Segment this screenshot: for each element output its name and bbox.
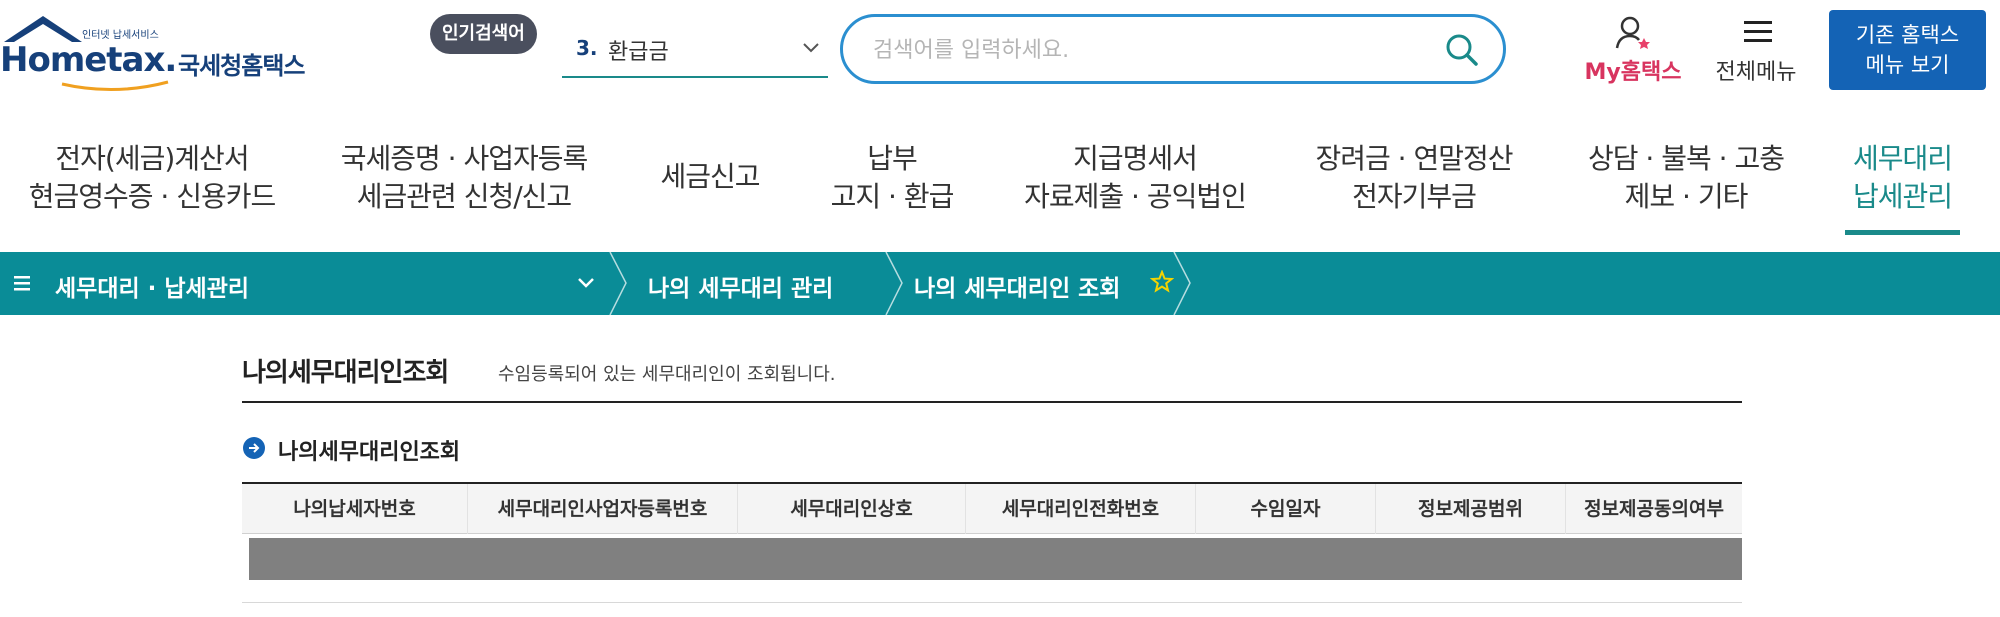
hometax-logo[interactable]: 인터넷 납세서비스 Hometax. 국세청홈택스 (0, 12, 330, 92)
main-nav-line2: 납세관리 (1852, 180, 1953, 213)
list-menu-icon[interactable] (14, 274, 32, 292)
logo-korean-name: 국세청홈택스 (178, 52, 305, 80)
logo-wordmark: Hometax. (0, 40, 177, 80)
user-heart-icon (1615, 16, 1650, 49)
my-hometax-label: My홈택스 (1584, 60, 1682, 85)
main-nav-line2: 전자기부금 (1352, 180, 1477, 213)
main-nav-line1: 지급명세서 (1073, 142, 1198, 175)
page-title: 나의세무대리인조회 (242, 358, 449, 388)
column-header-agent-name: 세무대리인상호 (738, 484, 966, 534)
my-hometax-link[interactable]: My홈택스 (1578, 14, 1688, 88)
all-menu-label: 전체메뉴 (1715, 60, 1797, 85)
star-icon[interactable] (1150, 270, 1174, 294)
main-nav-e-invoice[interactable]: 전자(세금)계산서 현금영수증 · 신용카드 (22, 140, 282, 216)
main-nav-payment[interactable]: 납부 고지 · 환급 (820, 140, 964, 216)
breadcrumb-separator (1173, 252, 1191, 315)
main-nav-line2: 자료제출 · 공익법인 (1024, 180, 1247, 213)
breadcrumb-item-tax-agent-lookup[interactable]: 나의 세무대리인 조회 (914, 269, 1120, 303)
main-nav-line1: 납부 (867, 142, 918, 175)
main-nav-tax-return[interactable]: 세금신고 (648, 158, 772, 196)
breadcrumb-separator (609, 252, 627, 315)
main-nav-line2: 고지 · 환급 (830, 180, 955, 213)
search-icon[interactable] (1443, 31, 1481, 69)
search-box (840, 14, 1506, 84)
popular-search-term: 환급금 (608, 40, 669, 65)
main-nav-line2: 제보 · 기타 (1624, 180, 1749, 213)
main-nav-consultation[interactable]: 상담 · 불복 · 고충 제보 · 기타 (1570, 140, 1802, 216)
main-nav-statements[interactable]: 지급명세서 자료제출 · 공익법인 (1014, 140, 1256, 216)
table-bottom-border (242, 602, 1742, 603)
subsection-title: 나의세무대리인조회 (278, 440, 461, 465)
table-empty-row (249, 538, 1742, 580)
title-divider (242, 401, 1742, 403)
main-nav-line2: 세금관련 신청/신고 (356, 180, 572, 213)
breadcrumb-section[interactable]: 세무대리 · 납세관리 (55, 269, 249, 303)
legacy-menu-button[interactable]: 기존 홈택스 메뉴 보기 (1829, 10, 1986, 90)
popular-search-dropdown[interactable]: 3. 환급금 (562, 22, 828, 78)
logo-tagline: 인터넷 납세서비스 (82, 30, 159, 41)
popular-search-rank: 3. (576, 36, 598, 60)
arrow-circle-icon (243, 437, 265, 459)
column-header-appointment-date: 수임일자 (1196, 484, 1376, 534)
legacy-menu-line2: 메뉴 보기 (1865, 53, 1950, 77)
main-nav-line1: 장려금 · 연말정산 (1315, 142, 1513, 175)
main-nav-certificates[interactable]: 국세증명 · 사업자등록 세금관련 신청/신고 (332, 140, 596, 216)
breadcrumb-item-tax-agent-management[interactable]: 나의 세무대리 관리 (648, 269, 833, 303)
column-header-consent: 정보제공동의여부 (1584, 498, 1724, 520)
main-nav-line1: 전자(세금)계산서 (55, 142, 249, 175)
table-header: 나의납세자번호 세무대리인사업자등록번호 세무대리인상호 세무대리인전화번호 수… (242, 484, 1742, 534)
breadcrumb-separator (885, 252, 903, 315)
page-description: 수임등록되어 있는 세무대리인이 조회됩니다. (498, 364, 836, 385)
main-nav-line1: 국세증명 · 사업자등록 (340, 142, 589, 175)
column-header-agent-business-number: 세무대리인사업자등록번호 (468, 484, 738, 534)
chevron-down-icon (803, 43, 819, 53)
search-input[interactable] (873, 33, 1413, 67)
main-nav-line1: 세금신고 (660, 160, 760, 193)
all-menu-button[interactable]: 전체메뉴 (1706, 14, 1806, 88)
active-nav-underline (1845, 230, 1960, 235)
logo-swoosh-icon (61, 80, 169, 92)
main-nav-line2: 현금영수증 · 신용카드 (28, 180, 277, 213)
popular-search-badge: 인기검색어 (430, 14, 537, 54)
breadcrumb: 세무대리 · 납세관리 나의 세무대리 관리 나의 세무대리인 조회 (0, 252, 2000, 315)
chevron-down-icon[interactable] (576, 272, 596, 292)
main-nav-tax-agent[interactable]: 세무대리 납세관리 (1845, 140, 1960, 216)
hamburger-menu-icon (1744, 21, 1772, 42)
main-nav-line1: 상담 · 불복 · 고충 (1588, 142, 1785, 175)
legacy-menu-line1: 기존 홈택스 (1855, 23, 1960, 47)
main-nav-line1: 세무대리 (1852, 142, 1953, 175)
column-header-taxpayer-number: 나의납세자번호 (242, 484, 468, 534)
main-nav-incentives[interactable]: 장려금 · 연말정산 전자기부금 (1306, 140, 1522, 216)
column-header-agent-phone: 세무대리인전화번호 (966, 484, 1196, 534)
column-header-info-scope: 정보제공범위 (1376, 484, 1566, 534)
